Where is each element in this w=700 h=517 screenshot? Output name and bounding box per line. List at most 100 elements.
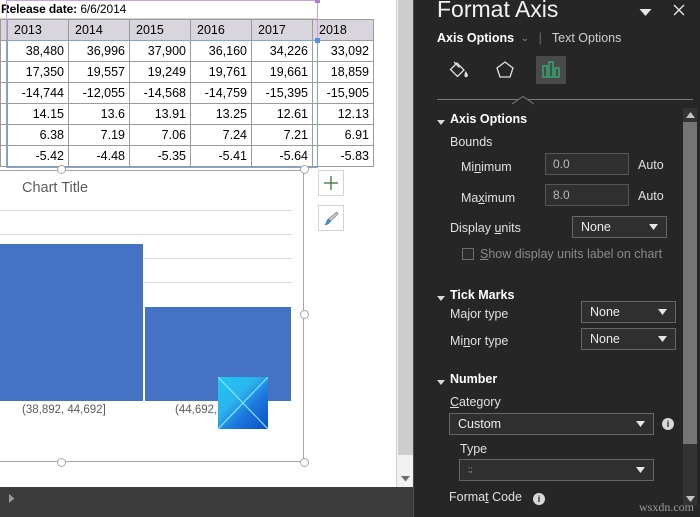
pane-active-icon-notch	[511, 92, 535, 105]
cell-4-2[interactable]: 7.06	[129, 124, 191, 146]
gridline	[0, 210, 292, 211]
row-stub	[0, 61, 8, 83]
pane-scrollbar[interactable]	[683, 108, 697, 506]
bar-series-0[interactable]	[0, 243, 144, 402]
cell-3-3[interactable]: 13.25	[190, 103, 252, 125]
number-expander-icon[interactable]	[437, 380, 445, 385]
chart-title[interactable]: Chart Title	[22, 180, 88, 196]
chevron-down-icon	[401, 476, 410, 482]
cell-1-3[interactable]: 19,761	[190, 61, 252, 83]
cell-3-0[interactable]: 14.15	[7, 103, 69, 125]
cell-4-4[interactable]: 7.21	[251, 124, 313, 146]
axis-options-icon-button[interactable]	[536, 56, 566, 84]
vscroll-thumb[interactable]	[398, 0, 413, 455]
col-header-0[interactable]: 2013	[7, 19, 69, 41]
cell-5-0[interactable]: -5.42	[7, 145, 69, 167]
maximum-auto-button[interactable]: Auto	[638, 189, 664, 203]
col-header-4[interactable]: 2017	[251, 19, 313, 41]
cell-4-1[interactable]: 7.19	[68, 124, 130, 146]
cell-2-2[interactable]: -14,568	[129, 82, 191, 104]
worksheet-horizontal-scrollbar[interactable]	[0, 487, 413, 517]
cell-0-2[interactable]: 37,900	[129, 40, 191, 62]
cell-3-4[interactable]: 12.61	[251, 103, 313, 125]
display-units-dropdown[interactable]: None	[572, 216, 667, 238]
vscroll-down-arrow[interactable]	[398, 470, 413, 487]
category-value: Custom	[458, 417, 502, 431]
cell-1-5[interactable]: 18,859	[312, 61, 374, 83]
effects-icon-button[interactable]	[490, 56, 520, 84]
tab-text-options[interactable]: Text Options	[552, 31, 621, 45]
cell-0-1[interactable]: 36,996	[68, 40, 130, 62]
tick-marks-expander-icon[interactable]	[437, 296, 445, 301]
cell-0-3[interactable]: 36,160	[190, 40, 252, 62]
chevron-down-icon	[649, 224, 658, 230]
category-info-icon[interactable]: i	[662, 418, 674, 430]
tab-separator: |	[538, 31, 542, 45]
tab-axis-options[interactable]: Axis Options	[437, 31, 514, 45]
chevron-up-icon	[685, 112, 695, 118]
chart-elements-button[interactable]	[318, 170, 344, 196]
cell-4-3[interactable]: 7.24	[190, 124, 252, 146]
cell-3-5[interactable]: 12.13	[312, 103, 374, 125]
minimum-auto-button[interactable]: Auto	[638, 158, 664, 172]
chart-styles-button[interactable]	[318, 205, 344, 231]
col-header-5[interactable]: 2018	[312, 19, 374, 41]
cell-2-4[interactable]: -15,395	[251, 82, 313, 104]
category-dropdown[interactable]: Custom	[449, 413, 654, 435]
cell-5-4[interactable]: -5.64	[251, 145, 313, 167]
major-type-label: Major type	[450, 307, 509, 321]
col-header-3[interactable]: 2016	[190, 19, 252, 41]
fill-icon-button[interactable]	[444, 56, 474, 84]
cell-3-2[interactable]: 13.91	[129, 103, 191, 125]
cell-2-1[interactable]: -12,055	[68, 82, 130, 104]
minimum-input[interactable]: 0.0	[545, 153, 629, 175]
cell-1-4[interactable]: 19,661	[251, 61, 313, 83]
maximum-input[interactable]: 8.0	[545, 184, 629, 206]
cell-4-5[interactable]: 6.91	[312, 124, 374, 146]
cell-5-3[interactable]: -5.41	[190, 145, 252, 167]
cell-1-0[interactable]: 17,350	[7, 61, 69, 83]
pane-dropdown-button[interactable]	[637, 5, 653, 19]
release-date-label: Release date:	[1, 2, 78, 16]
gradient-square-shape[interactable]	[218, 377, 268, 429]
axis-options-expander-icon[interactable]	[437, 120, 445, 125]
bounds-label: Bounds	[450, 135, 493, 149]
col-header-1[interactable]: 2014	[68, 19, 130, 41]
format-code-info-icon[interactable]: i	[533, 493, 545, 505]
show-display-units-label: Show display units label on chart	[480, 247, 663, 261]
cell-2-0[interactable]: -14,744	[7, 82, 69, 104]
cell-1-2[interactable]: 19,249	[129, 61, 191, 83]
minor-type-dropdown[interactable]: None	[581, 328, 676, 350]
table-row: -14,744 -12,055 -14,568 -14,759 -15,395 …	[0, 82, 374, 104]
chevron-down-icon	[658, 336, 667, 342]
cell-1-1[interactable]: 19,557	[68, 61, 130, 83]
cell-2-5[interactable]: -15,905	[312, 82, 374, 104]
tab-caret-icon[interactable]: ⌄	[521, 33, 529, 44]
major-type-dropdown[interactable]: None	[581, 301, 676, 323]
data-table[interactable]: 2013 2014 2015 2016 2017 2018 38,480 36,…	[0, 19, 374, 167]
watermark: wsxdn.com	[639, 500, 694, 514]
col-header-2[interactable]: 2015	[129, 19, 191, 41]
cell-4-0[interactable]: 6.38	[7, 124, 69, 146]
cell-0-0[interactable]: 38,480	[7, 40, 69, 62]
worksheet-vertical-scrollbar[interactable]	[396, 0, 413, 487]
chart-object[interactable]: Chart Title (38,892, 44,692] (44,692, 50…	[0, 165, 344, 467]
type-dropdown[interactable]: ;;	[459, 459, 654, 481]
close-icon	[673, 4, 685, 16]
cell-5-5[interactable]: -5.83	[312, 145, 374, 167]
cell-0-5[interactable]: 33,092	[312, 40, 374, 62]
cell-5-2[interactable]: -5.35	[129, 145, 191, 167]
pane-scroll-up-arrow[interactable]	[683, 108, 697, 122]
cell-5-1[interactable]: -4.48	[68, 145, 130, 167]
pane-close-button[interactable]	[670, 1, 688, 19]
cell-3-1[interactable]: 13.6	[68, 103, 130, 125]
plot-area[interactable]	[0, 210, 292, 402]
cell-2-3[interactable]: -14,759	[190, 82, 252, 104]
cell-0-4[interactable]: 34,226	[251, 40, 313, 62]
show-display-units-checkbox[interactable]	[462, 248, 474, 260]
type-label: Type	[460, 442, 488, 456]
pane-scroll-thumb[interactable]	[683, 122, 697, 444]
hscroll-right-arrow[interactable]	[3, 490, 20, 507]
format-code-label: Format Code	[449, 490, 522, 504]
category-label: Category	[450, 395, 501, 409]
